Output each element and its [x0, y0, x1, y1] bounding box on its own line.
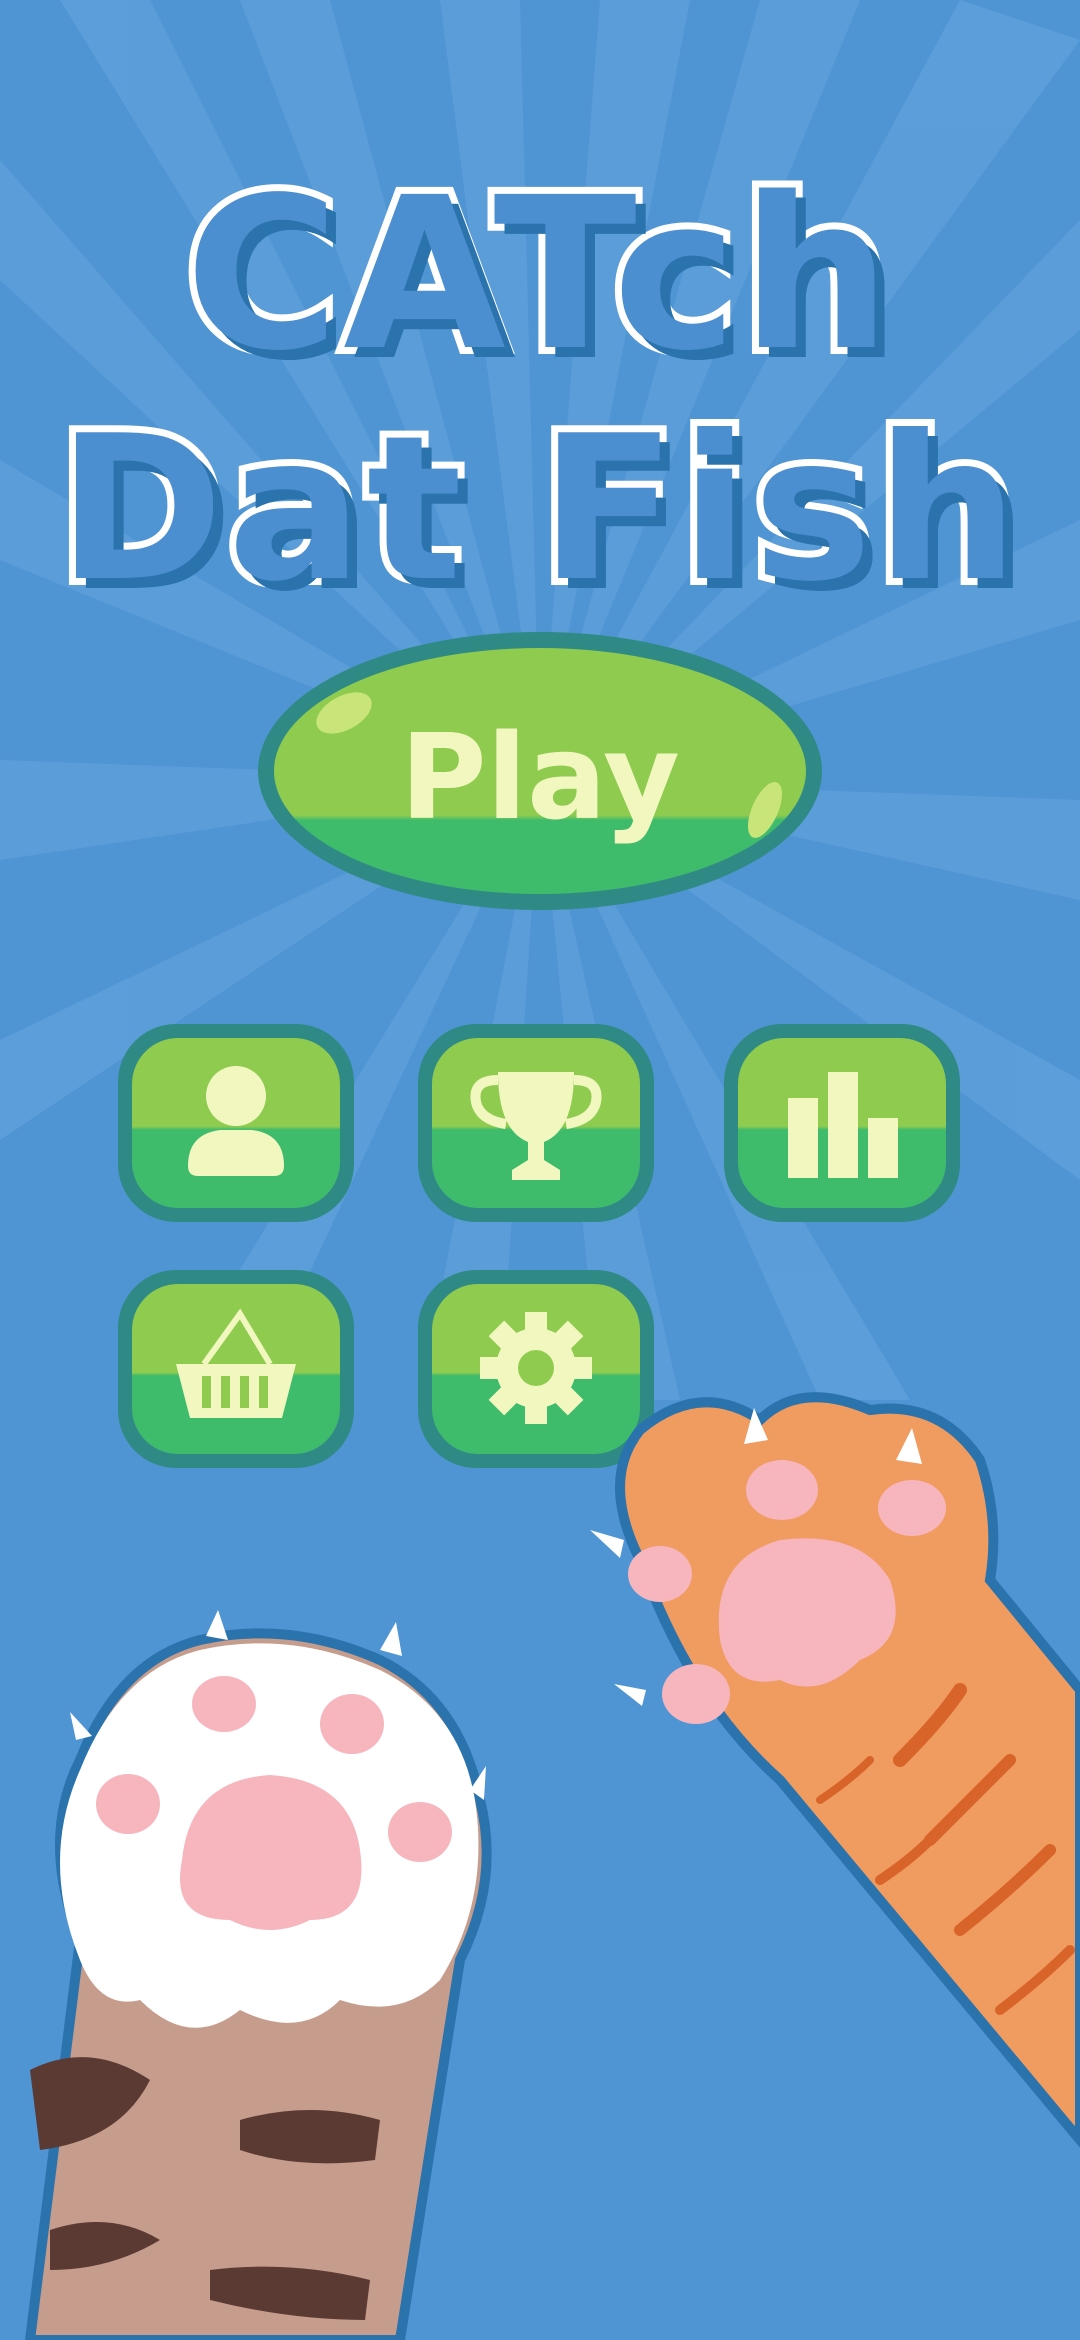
cat-paws-decoration: [24, 1392, 1080, 2340]
main-menu-screen: CATch Dat Fish Play: [0, 0, 1080, 2340]
white-cat-paw: [24, 1610, 492, 2340]
orange-cat-paw: [590, 1392, 1080, 2148]
